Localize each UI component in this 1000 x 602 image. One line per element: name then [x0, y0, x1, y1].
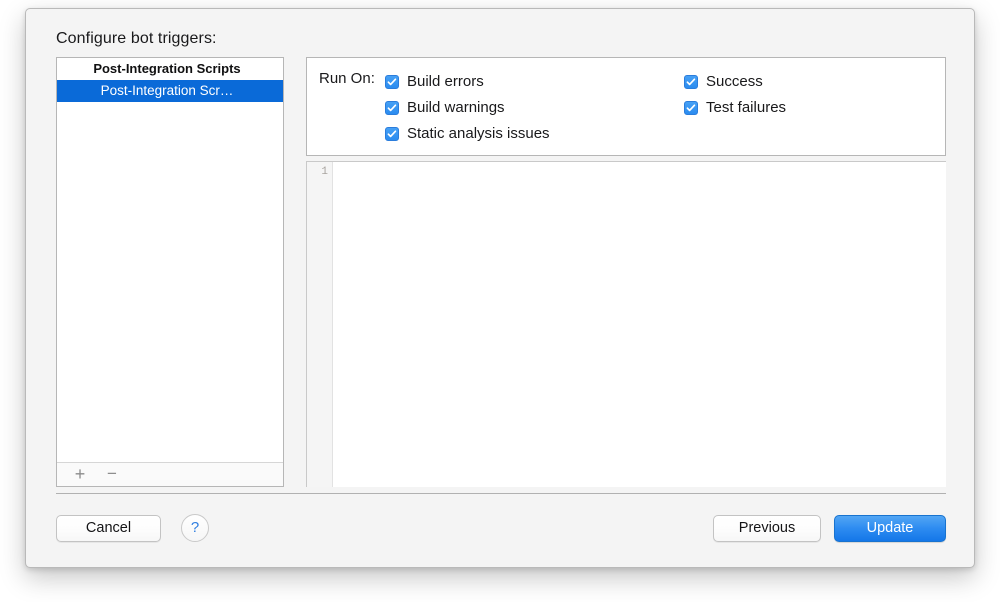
- editor-text-area[interactable]: [334, 162, 946, 487]
- checkmark-icon: [385, 127, 399, 141]
- plus-icon[interactable]: +: [67, 463, 93, 486]
- checkbox-label: Static analysis issues: [407, 126, 550, 142]
- cancel-button[interactable]: Cancel: [56, 515, 161, 542]
- script-editor[interactable]: 1: [306, 161, 946, 487]
- previous-button[interactable]: Previous: [713, 515, 821, 542]
- checkbox-label: Build errors: [407, 74, 484, 90]
- run-on-label: Run On:: [319, 70, 375, 87]
- scripts-list-header: Post-Integration Scripts: [57, 58, 283, 80]
- scripts-list-empty-area: [57, 102, 283, 464]
- run-on-panel: Run On: Build errors Build warnings: [306, 57, 946, 156]
- screen: Configure bot triggers: Post-Integration…: [0, 0, 1000, 602]
- checkmark-icon: [684, 75, 698, 89]
- update-button[interactable]: Update: [834, 515, 946, 542]
- list-item[interactable]: Post-Integration Scr…: [57, 80, 283, 102]
- checkbox-build-warnings[interactable]: Build warnings: [385, 95, 550, 121]
- run-on-right-column: Success Test failures: [684, 69, 786, 121]
- checkbox-static-analysis-issues[interactable]: Static analysis issues: [385, 121, 550, 147]
- minus-icon[interactable]: −: [99, 463, 125, 486]
- checkbox-test-failures[interactable]: Test failures: [684, 95, 786, 121]
- footer-divider: [56, 493, 946, 494]
- content-area: Post-Integration Scripts Post-Integratio…: [56, 57, 946, 487]
- scripts-list-panel: Post-Integration Scripts Post-Integratio…: [56, 57, 284, 487]
- checkmark-icon: [385, 101, 399, 115]
- checkmark-icon: [385, 75, 399, 89]
- checkbox-label: Build warnings: [407, 100, 505, 116]
- checkbox-label: Success: [706, 74, 763, 90]
- scripts-list-footer: + −: [57, 462, 283, 486]
- help-button[interactable]: ?: [181, 514, 209, 542]
- editor-line-number-gutter: 1: [307, 162, 333, 487]
- run-on-left-column: Build errors Build warnings Static analy…: [385, 69, 550, 147]
- page-title: Configure bot triggers:: [56, 30, 217, 48]
- checkbox-build-errors[interactable]: Build errors: [385, 69, 550, 95]
- checkbox-success[interactable]: Success: [684, 69, 786, 95]
- checkbox-label: Test failures: [706, 100, 786, 116]
- configure-bot-triggers-dialog: Configure bot triggers: Post-Integration…: [25, 8, 975, 568]
- line-number: 1: [321, 166, 328, 178]
- checkmark-icon: [684, 101, 698, 115]
- list-item-label: Post-Integration Scr…: [101, 83, 234, 98]
